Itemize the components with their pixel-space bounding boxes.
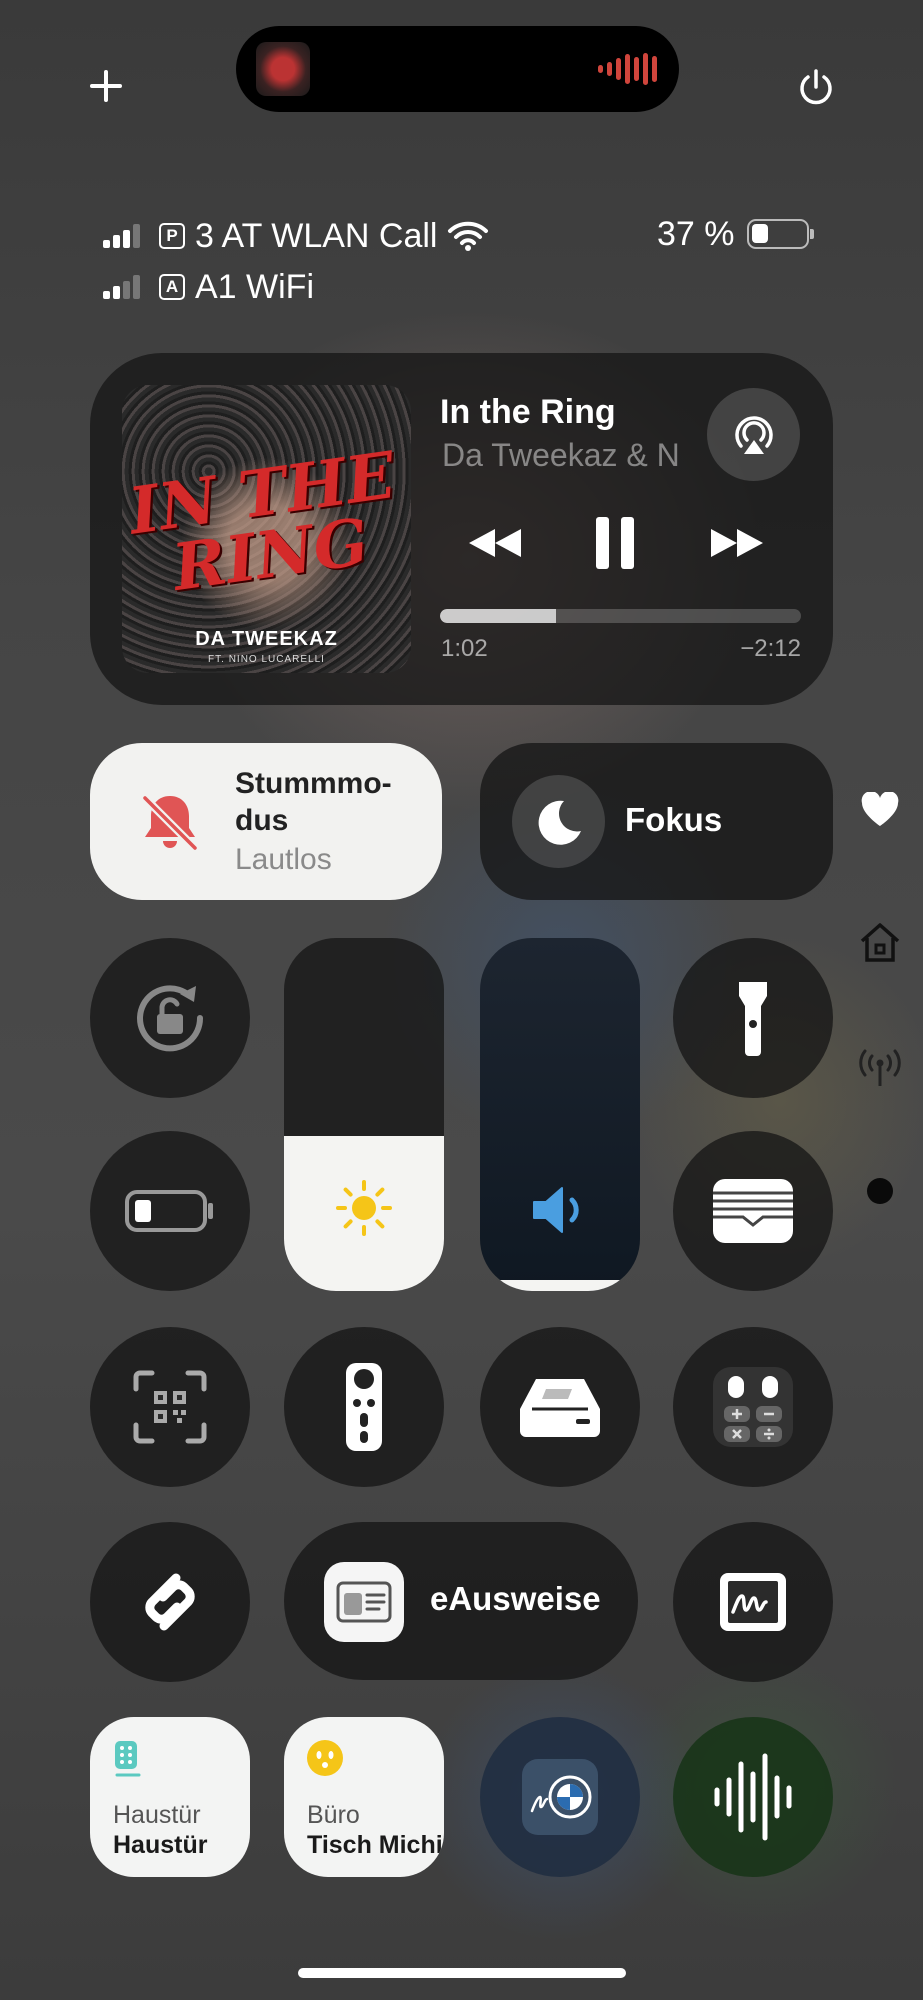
signature-button[interactable] [673,1522,833,1682]
carrier-label: A1 WiFi [195,267,314,306]
sun-icon [334,1178,394,1243]
remaining-time: −2:12 [740,635,801,662]
rewind-icon [469,529,521,557]
sim-badge: P [159,223,185,249]
signature-icon [720,1573,786,1631]
my-bmw-button[interactable] [480,1717,640,1877]
bell-slash-icon [130,783,210,863]
brightness-slider[interactable] [284,938,444,1291]
rewind-button[interactable] [465,508,525,578]
qr-code-icon [133,1370,207,1444]
wallet-button[interactable] [673,1131,833,1291]
elapsed-time: 1:02 [441,635,488,662]
silent-mode-toggle[interactable]: Stummmo- dus Lautlos [90,743,442,900]
speaker-icon [528,1182,592,1243]
focus-toggle[interactable]: Fokus [480,743,833,900]
now-playing-widget[interactable]: IN THE RING DA TWEEKAZ FT. NINO LUCARELL… [90,353,833,705]
rotation-lock-button[interactable] [90,938,250,1098]
bmw-app-icon [522,1759,598,1835]
low-power-mode-button[interactable] [90,1131,250,1291]
album-art-title: IN THE RING [124,438,400,606]
id-card-icon [324,1562,404,1642]
battery-icon [125,1190,213,1232]
page-dot[interactable] [855,1178,905,1204]
home-room-label: Haustür [113,1801,201,1829]
calculator-icon [713,1367,793,1447]
status-sim2: A A1 WiFi [103,267,314,307]
focus-label: Fokus [625,801,723,838]
home-accessory-front-door[interactable]: Haustür Haustür [90,1717,250,1877]
page-connectivity[interactable] [855,1046,905,1090]
page-indicator-dot [867,1178,893,1204]
fast-forward-icon [711,529,763,557]
airplay-button[interactable] [707,388,800,481]
signal-strength-icon [103,224,149,248]
antenna-icon [859,1049,901,1086]
remote-icon [346,1363,382,1451]
scanner-icon [520,1379,600,1437]
album-art[interactable]: IN THE RING DA TWEEKAZ FT. NINO LUCARELL… [122,385,411,673]
album-art-feat: FT. NINO LUCARELLI [208,654,325,665]
pause-button[interactable] [590,508,640,578]
volume-slider[interactable] [480,938,640,1291]
volume-fill [480,1280,640,1291]
document-scanner-button[interactable] [480,1327,640,1487]
home-accessory-office-desk[interactable]: Büro Tisch Michi [284,1717,444,1877]
dynamic-island[interactable] [236,26,679,112]
home-accessory-name: Tisch Michi [307,1831,443,1859]
eid-wallet-tile[interactable]: eAusweise [284,1522,638,1680]
calculator-button[interactable] [673,1327,833,1487]
home-icon [860,923,900,962]
airplay-audio-icon [734,415,773,454]
status-sim1: P 3 AT WLAN Call [103,216,489,256]
battery-icon [746,219,814,249]
home-accessory-name: Haustür [113,1831,208,1859]
home-room-label: Büro [307,1801,360,1829]
silent-mode-title: Stummmo- dus [235,767,392,837]
signal-strength-icon [103,275,149,299]
shazam-icon [145,1573,195,1631]
forward-button[interactable] [707,508,767,578]
plus-icon [90,70,122,102]
power-icon [800,69,832,105]
playback-progress-fill [440,609,556,623]
carrier-label: 3 AT WLAN Call [195,216,438,255]
flashlight-button[interactable] [673,938,833,1098]
playback-progress-bar[interactable] [440,609,801,623]
eid-label: eAusweise [430,1580,601,1617]
island-album-art [256,42,310,96]
apple-tv-remote-button[interactable] [284,1327,444,1487]
pause-icon [596,517,634,569]
code-scanner-button[interactable] [90,1327,250,1487]
silent-mode-subtitle: Lautlos [235,843,332,876]
flashlight-icon [739,982,767,1056]
battery-status: 37 % [657,214,814,254]
track-title: In the Ring [440,393,616,431]
audio-waveform-icon [598,52,657,86]
page-home[interactable] [855,920,905,964]
rotation-lock-icon [137,985,204,1052]
moon-icon [512,775,605,868]
door-lock-keypad-icon [113,1739,143,1784]
home-indicator[interactable] [298,1968,626,1978]
track-artist: Da Tweekaz & N [442,437,680,473]
waveform-icon [714,1753,792,1841]
voice-memos-button[interactable] [673,1717,833,1877]
outlet-icon [306,1739,344,1782]
add-control-button[interactable] [86,66,126,106]
wallet-icon [713,1179,793,1243]
page-favorites[interactable] [855,790,905,830]
album-art-artist: DA TWEEKAZ [195,628,338,650]
heart-icon [861,792,899,826]
sim-badge: A [159,274,185,300]
power-button[interactable] [795,66,837,108]
wifi-icon [448,221,489,251]
shazam-button[interactable] [90,1522,250,1682]
battery-percent: 37 % [657,214,735,253]
